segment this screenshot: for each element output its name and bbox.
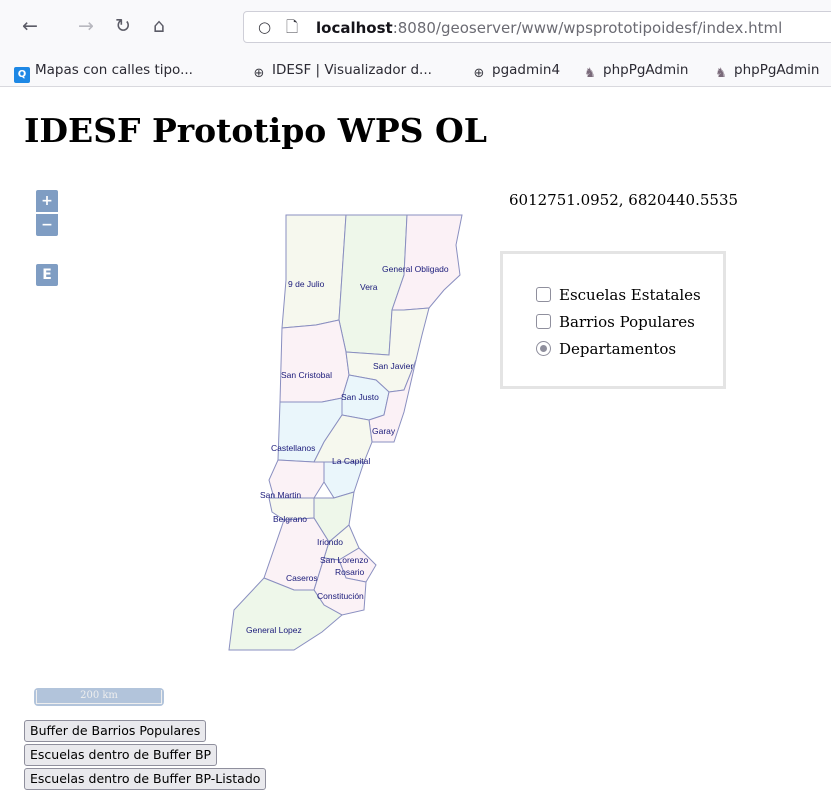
escuelas-listado-button[interactable]: Escuelas dentro de Buffer BP-Listado: [24, 768, 267, 790]
zoom-in-button[interactable]: +: [36, 190, 58, 212]
escuelas-buffer-button[interactable]: Escuelas dentro de Buffer BP: [24, 744, 218, 766]
bookmark-phppgadmin-2[interactable]: ♞ phpPgAdmin: [713, 59, 819, 81]
layer-barrios-populares[interactable]: Barrios Populares: [536, 312, 695, 332]
label-garay: Garay: [372, 426, 396, 436]
label-vera: Vera: [360, 282, 378, 292]
forward-arrow-icon[interactable]: →: [74, 14, 98, 38]
label-9-de-julio: 9 de Julio: [288, 279, 325, 289]
label-iriondo: Iriondo: [317, 537, 343, 547]
map-viewport[interactable]: 9 de Julio Vera General Obligado San Cri…: [24, 180, 494, 710]
e-control-button[interactable]: E: [36, 264, 58, 286]
scale-label: 200 km: [36, 690, 162, 704]
dept-san-jeronimo: [323, 461, 365, 499]
escuelas-checkbox[interactable]: [536, 287, 551, 302]
layer-departamentos[interactable]: Departamentos: [536, 339, 676, 359]
label-general-lopez: General Lopez: [246, 625, 302, 635]
zoom-out-button[interactable]: −: [36, 214, 58, 236]
globe-icon: ⊕: [473, 66, 485, 81]
scale-line: 200 km: [34, 688, 164, 706]
elephant-icon: ♞: [715, 66, 727, 81]
layer-label: Escuelas Estatales: [559, 286, 701, 304]
label-belgrano: Belgrano: [273, 514, 307, 524]
page-title: IDESF Prototipo WPS OL: [24, 111, 487, 150]
label-general-obligado: General Obligado: [382, 264, 449, 274]
back-arrow-icon[interactable]: ←: [18, 14, 42, 38]
label-san-martin: San Martin: [260, 490, 301, 500]
layer-label: Barrios Populares: [559, 313, 695, 331]
elephant-icon: ♞: [584, 66, 596, 81]
department-map[interactable]: 9 de Julio Vera General Obligado San Cri…: [24, 180, 494, 710]
layer-label: Departamentos: [559, 340, 677, 358]
layer-escuelas-estatales[interactable]: Escuelas Estatales: [536, 285, 701, 305]
layer-switcher: Escuelas Estatales Barrios Populares Dep…: [500, 251, 726, 389]
mouse-coordinates: 6012751.0952, 6820440.5535: [509, 191, 739, 209]
url-path: :8080/geoserver/www/wpsprototipoidesf/in…: [392, 19, 783, 37]
label-caseros: Caseros: [286, 573, 318, 583]
bookmark-label: IDESF | Visualizador d...: [272, 62, 432, 78]
label-san-lorenzo: San Lorenzo: [320, 555, 368, 565]
bookmark-pgadmin4[interactable]: ⊕ pgadmin4: [471, 59, 560, 81]
url-host: localhost: [316, 19, 393, 37]
maps-favicon-icon: Q: [14, 67, 30, 83]
reload-icon[interactable]: ↻: [111, 14, 135, 38]
departamentos-radio[interactable]: [536, 341, 551, 356]
page-info-icon[interactable]: 🗋: [286, 18, 298, 36]
browser-toolbar: ← → ↻ ⌂ ○ 🗋 localhost:8080/geoserver/www…: [0, 0, 831, 54]
bookmark-label: phpPgAdmin: [603, 62, 689, 78]
bookmark-label: phpPgAdmin: [734, 62, 820, 78]
tracking-shield-icon[interactable]: ○: [258, 18, 271, 36]
barrios-checkbox[interactable]: [536, 314, 551, 329]
bookmark-mapas[interactable]: Q Mapas con calles tipo...: [14, 59, 193, 83]
bookmark-phppgadmin-1[interactable]: ♞ phpPgAdmin: [582, 59, 688, 81]
bookmark-idesf[interactable]: ⊕ IDESF | Visualizador d...: [251, 59, 432, 81]
dept-9-de-julio: [281, 214, 347, 329]
home-icon[interactable]: ⌂: [147, 14, 171, 38]
label-san-javier: San Javier: [373, 361, 413, 371]
label-san-cristobal: San Cristobal: [281, 370, 332, 380]
url-bar[interactable]: ○ 🗋 localhost:8080/geoserver/www/wpsprot…: [243, 11, 831, 43]
bookmark-label: pgadmin4: [492, 62, 561, 78]
label-san-justo: San Justo: [341, 392, 379, 402]
globe-icon: ⊕: [253, 66, 265, 81]
url-text[interactable]: localhost:8080/geoserver/www/wpsprototip…: [316, 19, 782, 37]
label-rosario: Rosario: [335, 567, 365, 577]
label-la-capital: La Capital: [332, 456, 370, 466]
dept-san-cristobal: [279, 319, 350, 403]
bookmarks-bar: Q Mapas con calles tipo... ⊕ IDESF | Visua…: [0, 54, 831, 87]
label-castellanos: Castellanos: [271, 443, 315, 453]
buffer-barrios-button[interactable]: Buffer de Barrios Populares: [24, 720, 207, 742]
label-constitucion: Constitución: [317, 591, 364, 601]
bookmark-label: Mapas con calles tipo...: [35, 62, 193, 78]
